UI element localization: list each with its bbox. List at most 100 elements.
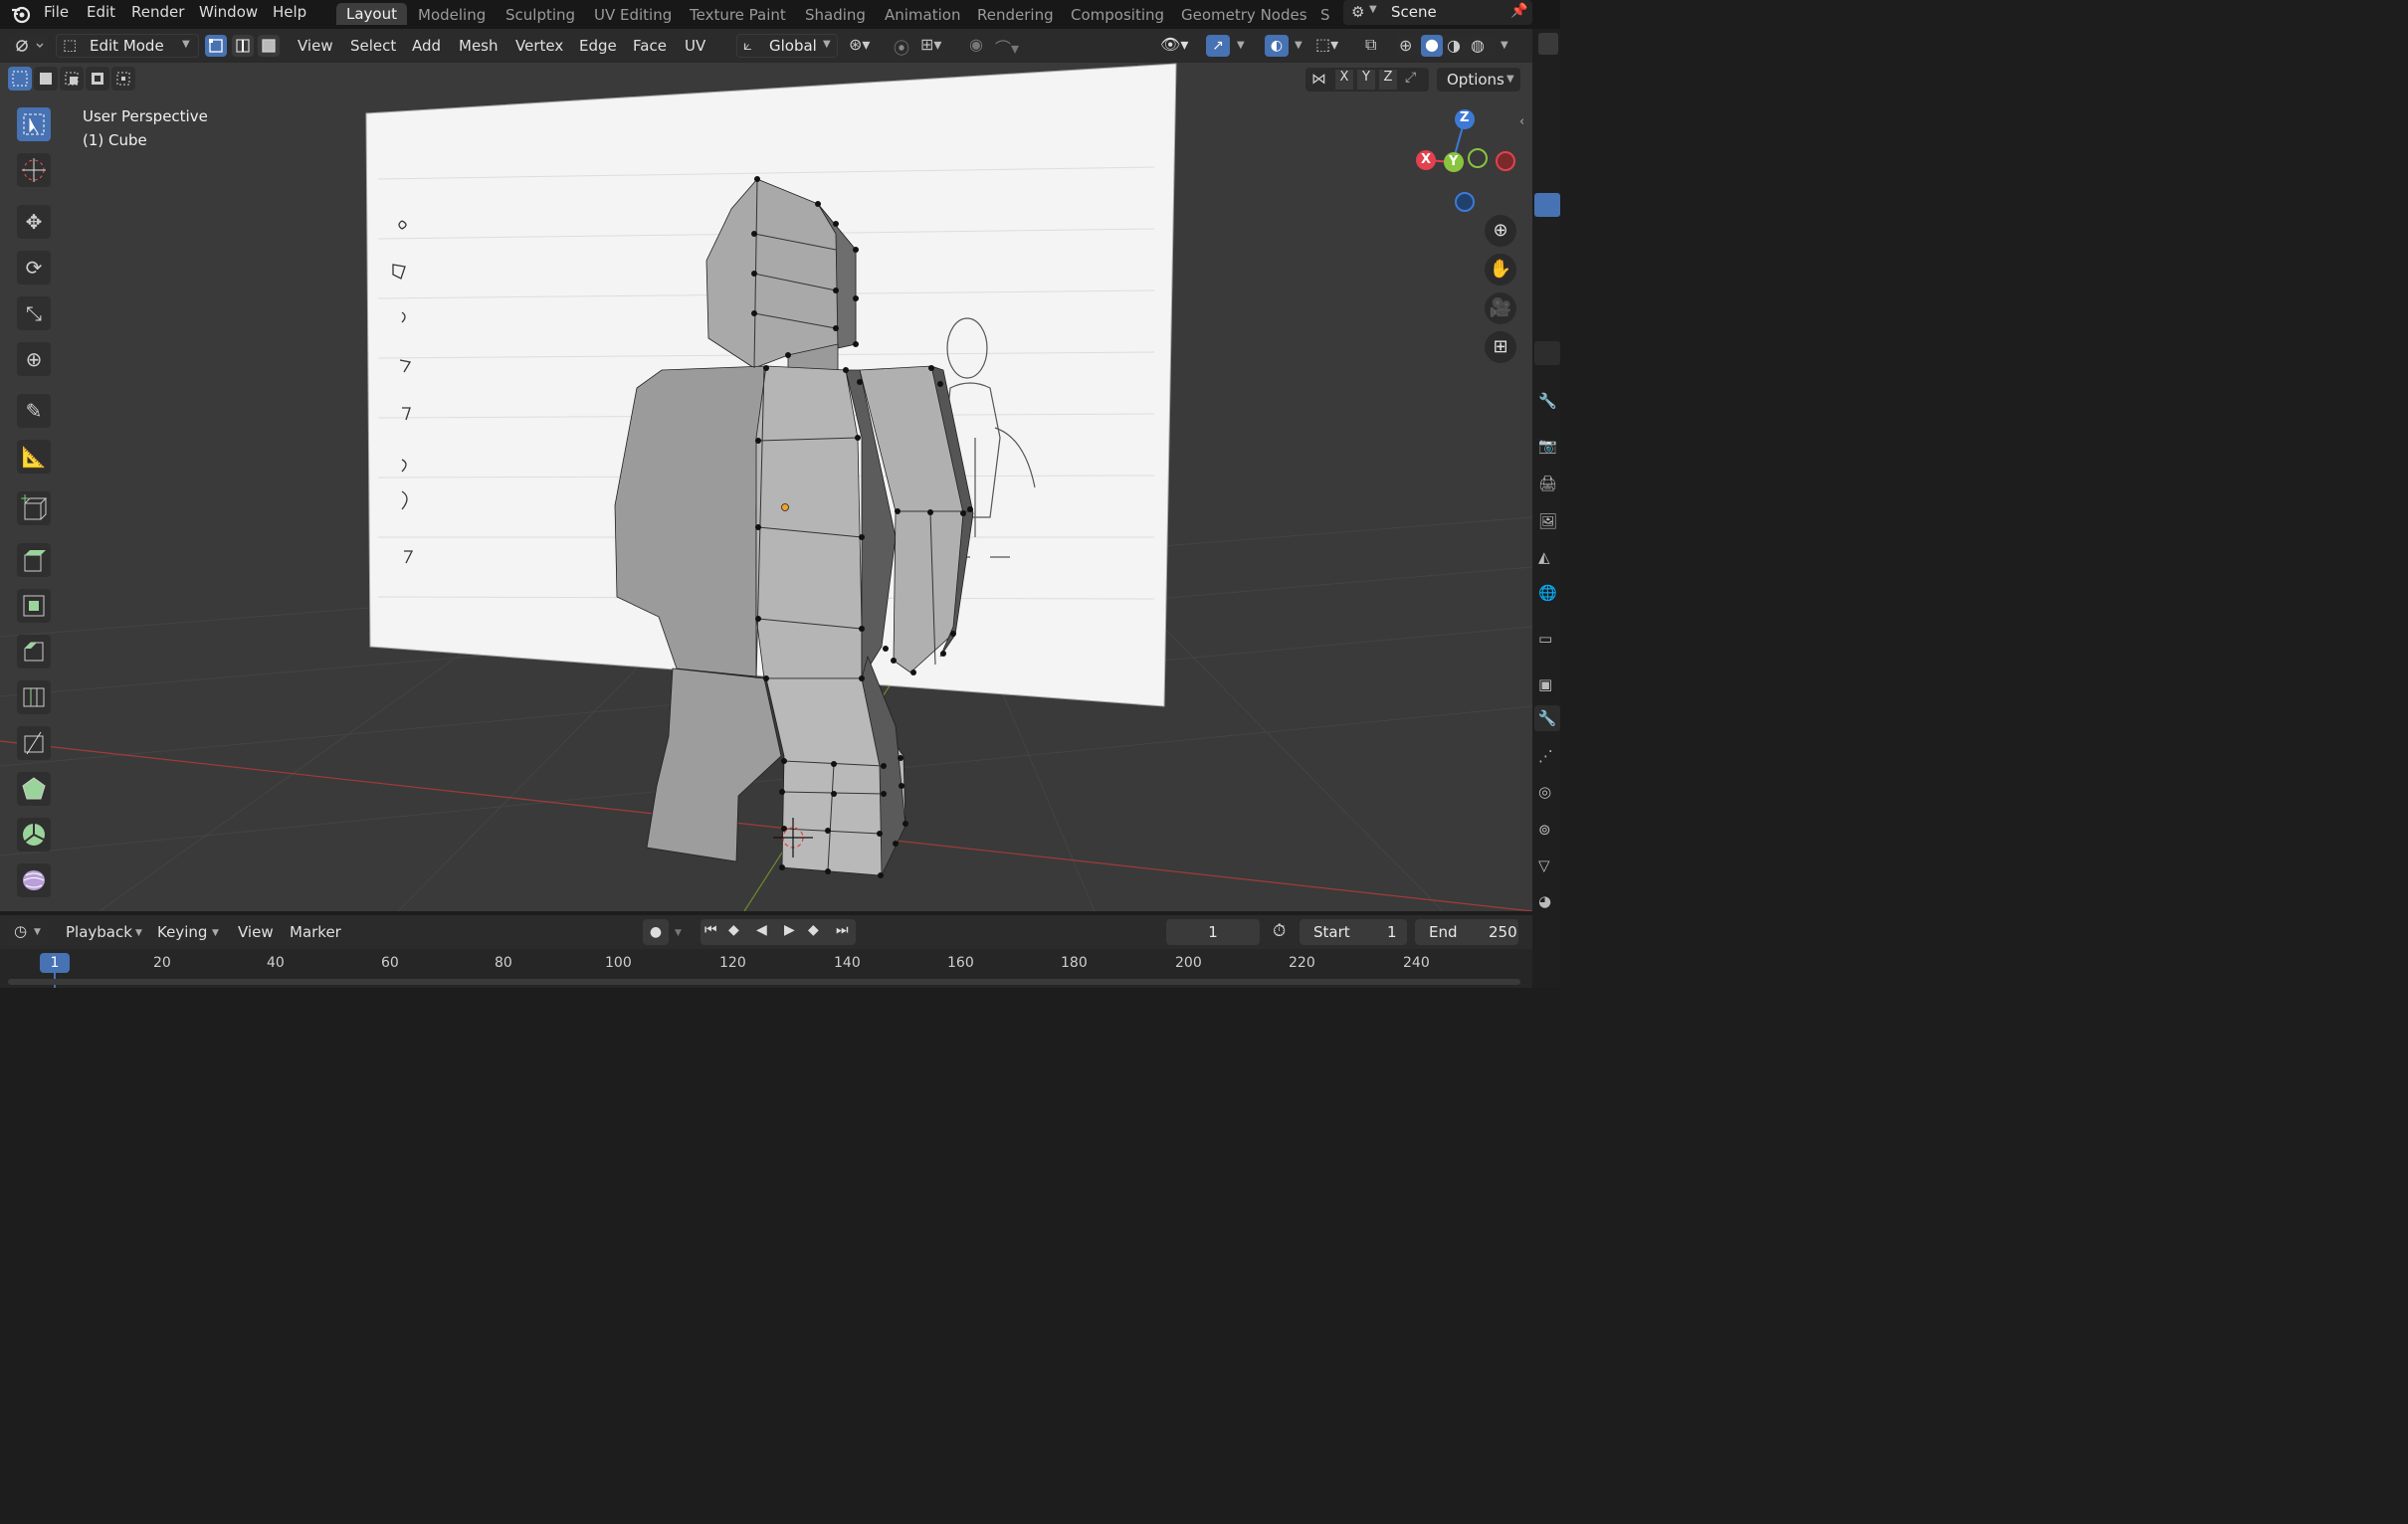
- mesh-edit-overlay-icon[interactable]: ⬚▾: [1315, 35, 1338, 54]
- material-props-icon[interactable]: ◕: [1538, 892, 1556, 910]
- face-select-mode-button[interactable]: [258, 35, 280, 57]
- navigation-gizmo[interactable]: Z X Y: [1413, 107, 1522, 217]
- select-box-tool[interactable]: [17, 107, 51, 141]
- spin-tool[interactable]: [17, 818, 51, 852]
- tab-scripting[interactable]: S: [1320, 6, 1330, 24]
- menu-add[interactable]: Add: [412, 35, 441, 57]
- jump-end-icon[interactable]: ⏭: [836, 922, 849, 938]
- add-cube-tool[interactable]: +: [17, 491, 51, 525]
- visibility-icon[interactable]: 👁▾: [1160, 35, 1188, 54]
- view-layer-props-icon[interactable]: 🖼: [1538, 512, 1557, 530]
- current-frame-marker[interactable]: 1: [40, 953, 70, 973]
- bevel-tool[interactable]: [17, 635, 51, 668]
- chevron-down-icon[interactable]: ▼: [1501, 40, 1508, 51]
- select-invert-button[interactable]: [86, 67, 109, 91]
- falloff-icon[interactable]: ⌒▾: [995, 35, 1019, 59]
- transform-orientation-dropdown[interactable]: ⟀ Global ▼: [736, 34, 838, 58]
- blender-logo-icon[interactable]: [10, 4, 32, 24]
- vertex-select-mode-button[interactable]: [205, 35, 227, 57]
- next-keyframe-icon[interactable]: ◆: [808, 922, 819, 938]
- prev-keyframe-icon[interactable]: ◆: [728, 922, 739, 938]
- extrude-tool[interactable]: [17, 543, 51, 577]
- chevron-down-icon[interactable]: ▼: [1237, 40, 1245, 51]
- start-frame-field[interactable]: Start 1: [1300, 919, 1407, 945]
- pivot-point-icon[interactable]: ⊛▾: [849, 35, 870, 54]
- overlay-toggle-button[interactable]: ◐: [1265, 35, 1289, 57]
- render-props-icon[interactable]: 📷: [1538, 437, 1557, 455]
- select-extend-button[interactable]: [34, 67, 58, 91]
- knife-tool[interactable]: [17, 726, 51, 760]
- particles-props-icon[interactable]: ⋰: [1538, 747, 1556, 765]
- rendered-shading-icon[interactable]: ◍: [1471, 36, 1485, 55]
- timeline-view-menu[interactable]: View: [238, 923, 274, 941]
- play-reverse-icon[interactable]: ◀: [756, 922, 767, 938]
- play-icon[interactable]: ▶: [784, 922, 795, 938]
- keying-menu[interactable]: Keying: [157, 923, 207, 941]
- topology-mirror-icon[interactable]: ⤢: [1405, 70, 1416, 86]
- mirror-z-toggle[interactable]: Z: [1379, 70, 1397, 90]
- rotate-tool[interactable]: ⟳: [17, 251, 51, 285]
- tab-rendering[interactable]: Rendering: [977, 6, 1054, 24]
- scale-tool[interactable]: ⤡: [17, 296, 51, 330]
- menu-window[interactable]: Window: [199, 3, 258, 21]
- mirror-y-toggle[interactable]: Y: [1357, 70, 1375, 90]
- world-props-icon[interactable]: 🌐: [1538, 584, 1557, 602]
- chevron-down-icon[interactable]: ▼: [675, 928, 682, 938]
- tab-animation[interactable]: Animation: [885, 6, 960, 24]
- tab-uv-editing[interactable]: UV Editing: [594, 6, 672, 24]
- material-shading-icon[interactable]: ◑: [1447, 36, 1461, 55]
- mirror-icon[interactable]: ⋈: [1311, 70, 1326, 88]
- current-frame-field[interactable]: 1: [1166, 919, 1260, 945]
- select-subtract-button[interactable]: [60, 67, 84, 91]
- move-tool[interactable]: ✥: [17, 205, 51, 239]
- menu-file[interactable]: File: [44, 3, 69, 21]
- menu-mesh[interactable]: Mesh: [459, 35, 499, 57]
- edge-select-mode-button[interactable]: [232, 35, 254, 57]
- mirror-x-toggle[interactable]: X: [1335, 70, 1353, 90]
- inset-faces-tool[interactable]: [17, 589, 51, 623]
- timeline-scrollbar[interactable]: [8, 979, 1520, 985]
- tab-sculpting[interactable]: Sculpting: [505, 6, 575, 24]
- end-frame-field[interactable]: End 250: [1415, 919, 1518, 945]
- modifier-props-icon[interactable]: 🔧: [1534, 705, 1560, 731]
- menu-edge[interactable]: Edge: [579, 35, 617, 57]
- outliner-toggle-icon[interactable]: [1538, 33, 1558, 55]
- menu-edit[interactable]: Edit: [87, 3, 115, 21]
- pan-hand-icon[interactable]: ✋: [1485, 254, 1516, 286]
- scene-props-icon[interactable]: ◭: [1538, 548, 1556, 566]
- menu-view[interactable]: View: [298, 35, 333, 57]
- tab-modeling[interactable]: Modeling: [418, 6, 486, 24]
- auto-keying-button[interactable]: ●: [643, 919, 669, 945]
- menu-select[interactable]: Select: [350, 35, 396, 57]
- cursor-tool[interactable]: [17, 153, 51, 187]
- proportional-edit-icon[interactable]: ◉: [969, 35, 983, 54]
- stopwatch-icon[interactable]: ⏱: [1273, 921, 1286, 941]
- marker-menu[interactable]: Marker: [290, 923, 341, 941]
- menu-uv[interactable]: UV: [685, 35, 705, 57]
- editor-type-button[interactable]: [8, 34, 48, 58]
- menu-face[interactable]: Face: [633, 35, 667, 57]
- snap-icon[interactable]: ⦿: [894, 35, 909, 59]
- output-props-icon[interactable]: 🖨: [1538, 475, 1557, 492]
- collection-props-icon[interactable]: ▭: [1538, 630, 1556, 648]
- tab-compositing[interactable]: Compositing: [1071, 6, 1164, 24]
- properties-header-icon[interactable]: [1534, 341, 1560, 365]
- menu-render[interactable]: Render: [131, 3, 184, 21]
- scene-selector[interactable]: ⚙ ▼ Scene 📌: [1343, 0, 1532, 25]
- menu-help[interactable]: Help: [273, 3, 306, 21]
- snap-increment-icon[interactable]: ⊞▾: [920, 35, 941, 54]
- transform-panel-icon[interactable]: [1534, 193, 1560, 217]
- constraints-props-icon[interactable]: ⊚: [1538, 821, 1556, 839]
- object-props-icon[interactable]: ▣: [1538, 675, 1556, 693]
- mode-dropdown[interactable]: ⬚ Edit Mode ▼: [56, 34, 199, 58]
- options-dropdown[interactable]: Options ▼: [1437, 68, 1520, 92]
- tab-texture-paint[interactable]: Texture Paint: [690, 6, 786, 24]
- xray-icon[interactable]: ⧉: [1365, 35, 1376, 55]
- wireframe-shading-icon[interactable]: ⊕: [1399, 36, 1412, 55]
- loop-cut-tool[interactable]: [17, 680, 51, 714]
- measure-tool[interactable]: 📐: [17, 440, 51, 474]
- camera-icon[interactable]: 🎥: [1485, 292, 1516, 324]
- data-props-icon[interactable]: ▽: [1538, 857, 1556, 874]
- tab-geometry-nodes[interactable]: Geometry Nodes: [1181, 6, 1307, 24]
- poly-build-tool[interactable]: [17, 772, 51, 806]
